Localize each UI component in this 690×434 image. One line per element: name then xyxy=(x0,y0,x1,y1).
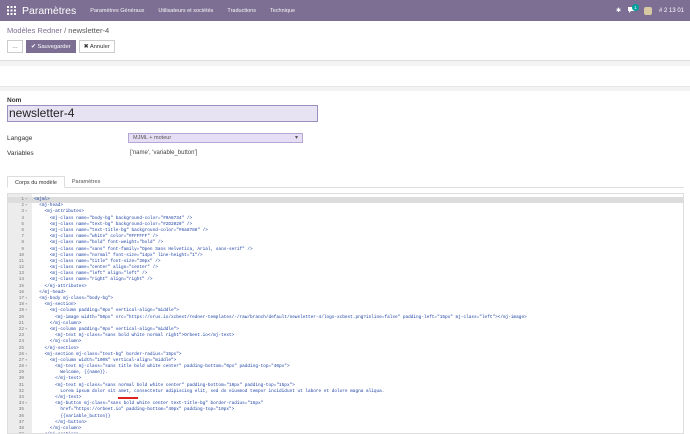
language-select[interactable]: MJML + moteur ▾ xyxy=(128,133,303,143)
grid-icon[interactable] xyxy=(0,0,22,21)
app-brand[interactable]: Paramètres xyxy=(22,5,76,17)
tab-parameters[interactable]: Paramètres xyxy=(65,176,107,188)
variables-label: Variables xyxy=(7,150,34,157)
breadcrumb: Modèles Redner / newsletter-4 xyxy=(7,26,109,35)
code-editor[interactable]: 1 ▾ <mjml> 2 ▾ <mj-head> 3 ▾ <mj-attributes> 4 … xyxy=(7,193,684,434)
discard-button[interactable]: ✖ Annuler xyxy=(78,40,115,53)
form-statusbar xyxy=(0,66,690,87)
more-actions-button[interactable]: … xyxy=(7,40,23,53)
chevron-down-icon: ▾ xyxy=(294,135,298,141)
menu-technical[interactable]: Technique xyxy=(270,8,295,14)
control-panel-buttons: … ✔ Sauvegarder ✖ Annuler xyxy=(7,40,115,53)
user-menu[interactable]: # 2 13 01 xyxy=(659,8,684,14)
language-label: Langage xyxy=(7,135,33,142)
top-navbar: Paramètres Paramètres Généraux Utilisate… xyxy=(0,0,690,21)
name-label: Nom xyxy=(7,97,22,104)
bug-icon[interactable]: ✱ xyxy=(616,7,621,14)
chat-icon[interactable]: 1 xyxy=(627,4,639,15)
notebook-tabs: Corps du modèle Paramètres xyxy=(7,176,684,188)
menu-general-settings[interactable]: Paramètres Généraux xyxy=(90,8,144,14)
form-background xyxy=(0,87,690,91)
breadcrumb-parent-link[interactable]: Modèles Redner xyxy=(7,26,62,35)
notification-count-badge: 1 xyxy=(631,4,639,11)
tab-template-body[interactable]: Corps du modèle xyxy=(7,176,65,188)
code-lines[interactable]: 1 ▾ <mjml> 2 ▾ <mj-head> 3 ▾ <mj-attributes> 4 … xyxy=(8,197,683,433)
avatar[interactable] xyxy=(643,6,652,15)
variables-value: ['name', 'variable_button'] xyxy=(130,150,198,156)
menu-users-companies[interactable]: Utilisateurs et sociétés xyxy=(158,8,213,14)
menu-translations[interactable]: Traductions xyxy=(227,8,256,14)
spellcheck-underline xyxy=(118,397,138,399)
language-select-value: MJML + moteur xyxy=(133,135,172,141)
name-field[interactable]: newsletter-4 xyxy=(7,105,318,122)
save-button[interactable]: ✔ Sauvegarder xyxy=(26,40,76,53)
breadcrumb-current: newsletter-4 xyxy=(68,26,110,35)
